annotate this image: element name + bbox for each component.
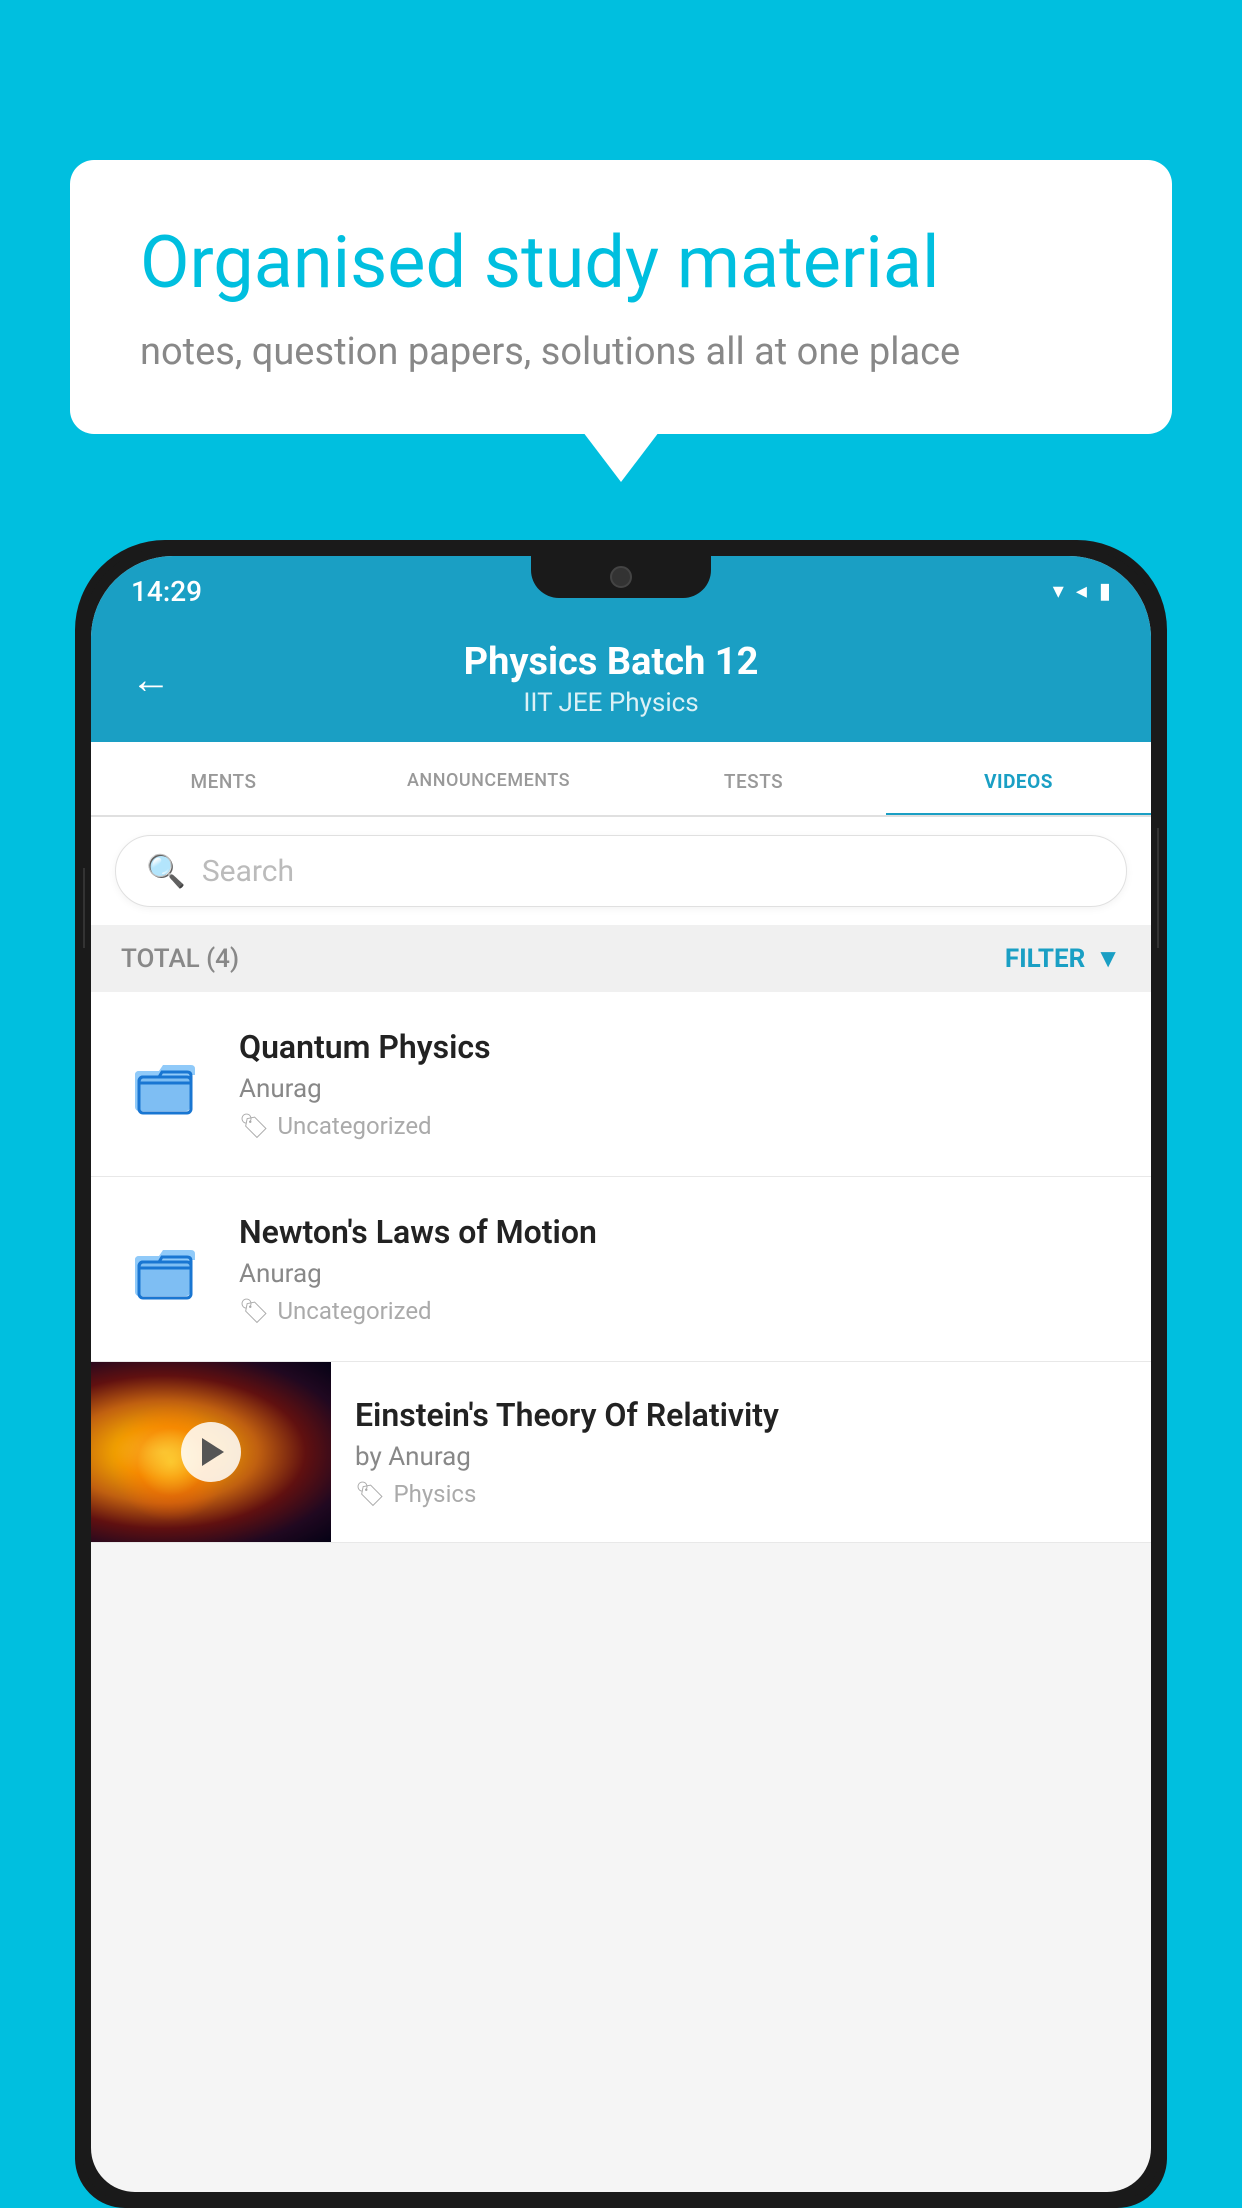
einstein-tag-text: Physics [393, 1480, 476, 1508]
camera-notch [610, 566, 632, 588]
tab-bar: MENTS ANNOUNCEMENTS TESTS VIDEOS [91, 742, 1151, 817]
search-placeholder: Search [202, 854, 294, 889]
bubble-title: Organised study material [140, 220, 1102, 306]
tab-videos[interactable]: VIDEOS [886, 742, 1151, 815]
signal-icon: ◂ [1076, 579, 1087, 604]
total-count: TOTAL (4) [121, 944, 239, 974]
folder-svg-2 [131, 1234, 201, 1304]
play-button[interactable] [181, 1422, 241, 1482]
search-icon: 🔍 [146, 852, 186, 890]
filter-icon: ▼ [1095, 943, 1121, 974]
status-time: 14:29 [131, 575, 202, 608]
tag-icon: 🏷 [239, 1112, 269, 1140]
newton-laws-title: Newton's Laws of Motion [239, 1213, 1121, 1251]
list-container: Quantum Physics Anurag 🏷 Uncategorized [91, 992, 1151, 1543]
play-triangle-icon [202, 1438, 224, 1466]
battery-icon: ▮ [1099, 579, 1111, 604]
header-center: Physics Batch 12 IIT JEE Physics [195, 640, 1027, 718]
tab-ments[interactable]: MENTS [91, 742, 356, 815]
video-thumbnail [91, 1362, 331, 1542]
einstein-tag: 🏷 Physics [355, 1480, 1127, 1508]
tag-icon-3: 🏷 [355, 1480, 385, 1508]
filter-button[interactable]: FILTER ▼ [1005, 943, 1121, 974]
phone-frame: 14:29 ▾ ◂ ▮ ← Physics Batch 12 IIT JEE P… [75, 540, 1167, 2208]
einstein-content: Einstein's Theory Of Relativity by Anura… [331, 1366, 1151, 1538]
list-item[interactable]: Quantum Physics Anurag 🏷 Uncategorized [91, 992, 1151, 1177]
filter-label: FILTER [1005, 944, 1085, 974]
tag-icon-2: 🏷 [239, 1297, 269, 1325]
batch-subtitle: IIT JEE Physics [195, 688, 1027, 718]
speech-bubble: Organised study material notes, question… [70, 160, 1172, 434]
quantum-physics-content: Quantum Physics Anurag 🏷 Uncategorized [239, 1028, 1121, 1140]
einstein-title: Einstein's Theory Of Relativity [355, 1396, 1127, 1434]
power-button [1157, 828, 1165, 948]
list-item[interactable]: Newton's Laws of Motion Anurag 🏷 Uncateg… [91, 1177, 1151, 1362]
quantum-physics-author: Anurag [239, 1074, 1121, 1104]
bubble-subtitle: notes, question papers, solutions all at… [140, 330, 1102, 374]
search-bar[interactable]: 🔍 Search [115, 835, 1127, 907]
status-icons: ▾ ◂ ▮ [1053, 579, 1111, 604]
back-button[interactable]: ← [131, 656, 171, 703]
item-icon-quantum [121, 1049, 211, 1119]
quantum-physics-tag: 🏷 Uncategorized [239, 1112, 1121, 1140]
newton-laws-tag: 🏷 Uncategorized [239, 1297, 1121, 1325]
app-header: ← Physics Batch 12 IIT JEE Physics [91, 620, 1151, 742]
video-list-item[interactable]: Einstein's Theory Of Relativity by Anura… [91, 1362, 1151, 1543]
item-icon-newton [121, 1234, 211, 1304]
wifi-icon: ▾ [1053, 579, 1064, 604]
volume-button [77, 868, 85, 948]
phone-screen: 14:29 ▾ ◂ ▮ ← Physics Batch 12 IIT JEE P… [91, 556, 1151, 2192]
tab-announcements[interactable]: ANNOUNCEMENTS [356, 742, 621, 815]
batch-title: Physics Batch 12 [195, 640, 1027, 684]
tab-tests[interactable]: TESTS [621, 742, 886, 815]
search-container: 🔍 Search [91, 817, 1151, 925]
folder-svg [131, 1049, 201, 1119]
einstein-author: by Anurag [355, 1442, 1127, 1472]
newton-laws-content: Newton's Laws of Motion Anurag 🏷 Uncateg… [239, 1213, 1121, 1325]
phone-notch [531, 556, 711, 598]
speech-bubble-container: Organised study material notes, question… [70, 160, 1172, 434]
newton-laws-author: Anurag [239, 1259, 1121, 1289]
filter-bar: TOTAL (4) FILTER ▼ [91, 925, 1151, 992]
quantum-physics-title: Quantum Physics [239, 1028, 1121, 1066]
